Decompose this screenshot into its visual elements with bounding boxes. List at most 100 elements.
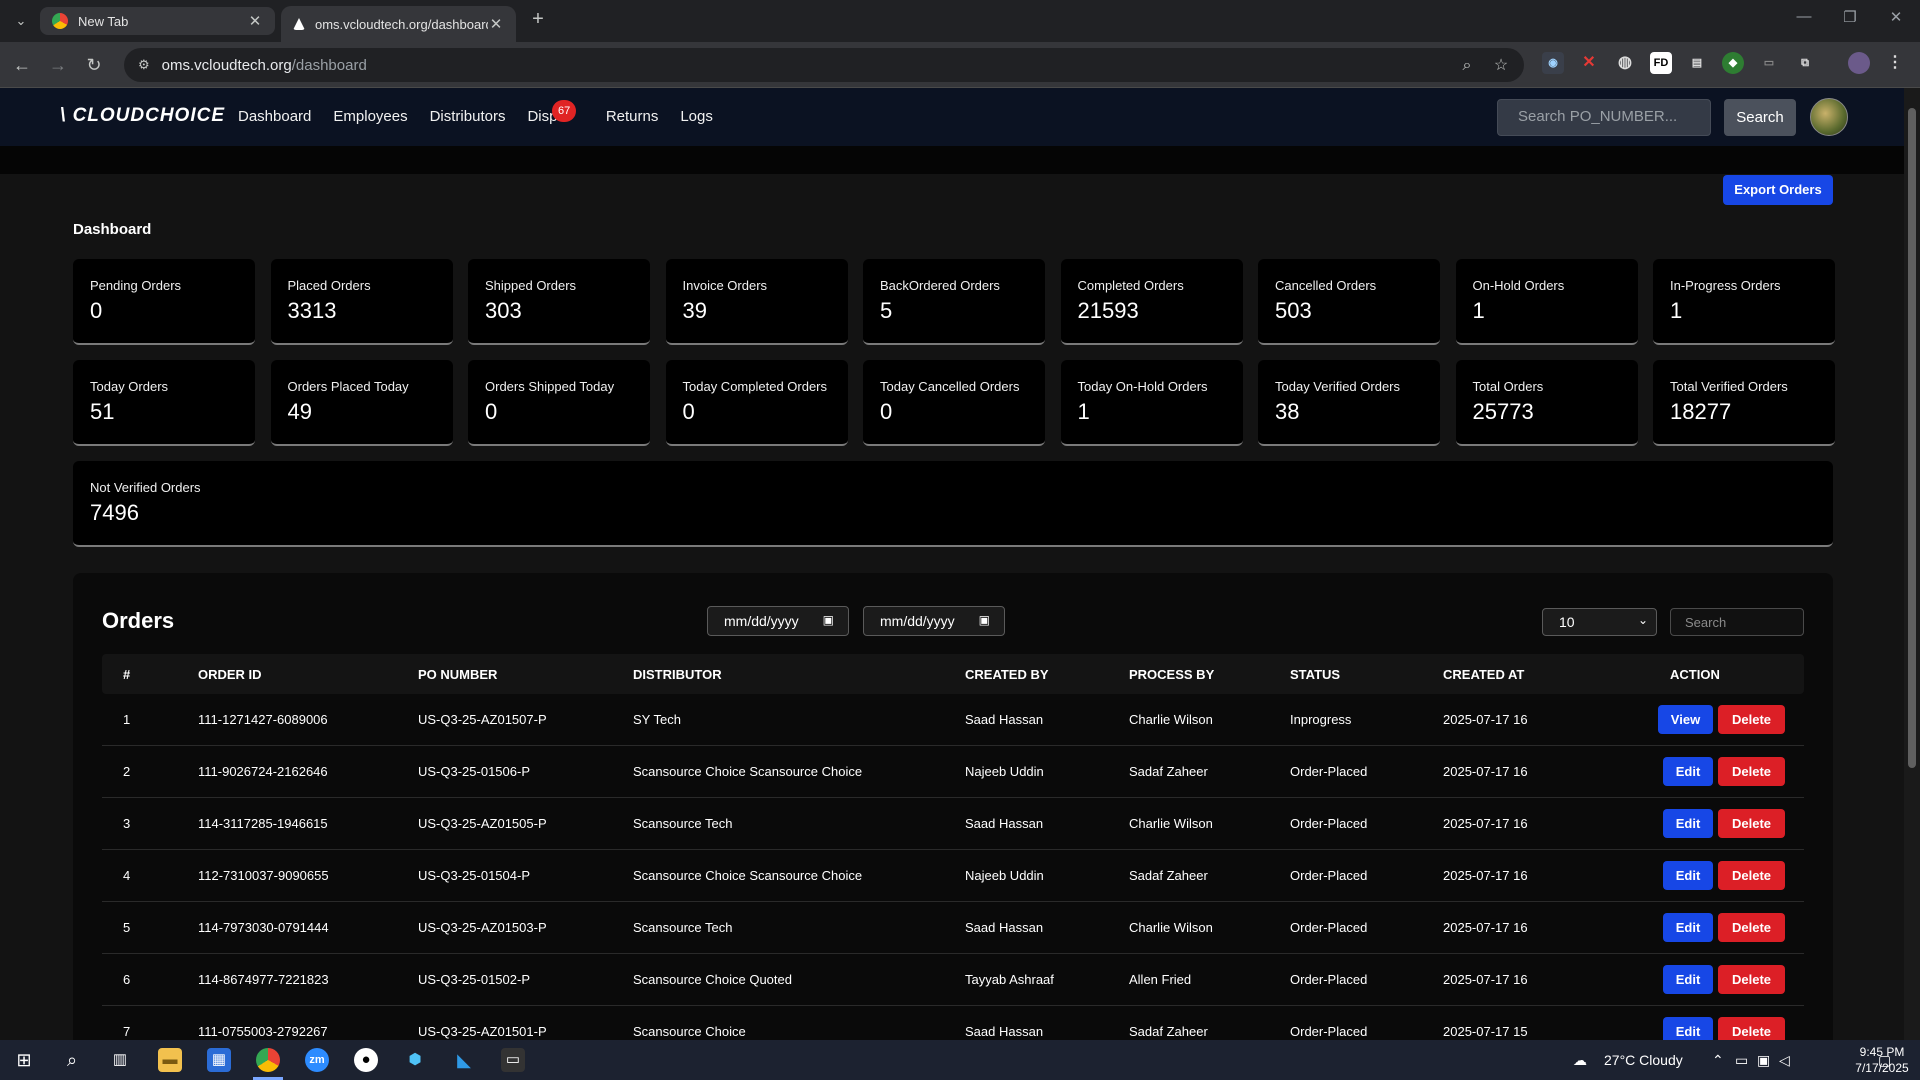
po-number-search-input[interactable]: Search PO_NUMBER... — [1497, 99, 1711, 136]
column-header-created-at[interactable]: CREATED AT — [1443, 667, 1524, 682]
column-header-action: ACTION — [1670, 667, 1720, 682]
stat-card: Invoice Orders 39 — [665, 259, 848, 345]
orders-table-header: # ORDER ID PO NUMBER DISTRIBUTOR CREATED… — [102, 654, 1804, 694]
user-avatar[interactable] — [1810, 98, 1848, 136]
reload-icon[interactable]: ↻ — [82, 53, 106, 77]
windows-start-icon[interactable]: ⊞ — [12, 1048, 36, 1072]
minimize-window-icon[interactable]: — — [1784, 8, 1824, 25]
delete-button[interactable]: Delete — [1718, 965, 1785, 994]
stat-card: Today Completed Orders 0 — [665, 360, 848, 446]
extension-card-icon[interactable]: ▤ — [1686, 52, 1708, 74]
disputes-count-badge[interactable]: 67 — [552, 100, 577, 122]
zoom-app-icon[interactable]: zm — [305, 1048, 329, 1072]
stat-card: On-Hold Orders 1 — [1455, 259, 1638, 345]
stat-value: 0 — [485, 399, 498, 424]
po-search-button[interactable]: Search — [1724, 99, 1796, 136]
stat-card: Total Verified Orders 18277 — [1653, 360, 1835, 446]
chevron-down-icon: ⌄ — [1637, 613, 1648, 627]
delete-button[interactable]: Delete — [1718, 809, 1785, 838]
column-header-po-number[interactable]: PO NUMBER — [418, 667, 497, 682]
vscode-icon[interactable]: ◣ — [452, 1048, 476, 1072]
address-bar[interactable]: ⚙ oms.vcloudtech.org/dashboard ⌕ ☆ — [124, 48, 1524, 82]
export-orders-button[interactable]: Export Orders — [1723, 175, 1833, 205]
extension-glasses-icon[interactable]: ◉ — [1542, 52, 1564, 74]
tray-chevron-up-icon[interactable]: ⌃ — [1712, 1052, 1724, 1069]
extension-fd-icon[interactable]: FD — [1650, 52, 1672, 74]
column-header-status[interactable]: STATUS — [1290, 667, 1340, 682]
column-header-order-id[interactable]: ORDER ID — [198, 667, 262, 682]
page-size-select[interactable]: 10 ⌄ — [1542, 608, 1657, 636]
new-tab-plus-icon[interactable]: + — [525, 8, 551, 31]
extension-fd-label: FD — [1653, 57, 1669, 69]
edit-button[interactable]: Edit — [1663, 809, 1713, 838]
extensions-puzzle-icon[interactable]: ⧉ — [1794, 52, 1816, 74]
close-window-icon[interactable]: ✕ — [1876, 8, 1916, 26]
calendar-icon[interactable]: ▣ — [979, 613, 990, 627]
table-search-input[interactable]: Search — [1670, 608, 1804, 636]
close-tab-icon[interactable]: ✕ — [488, 15, 504, 33]
forward-arrow-icon[interactable]: → — [46, 53, 70, 77]
edit-button[interactable]: Edit — [1663, 1017, 1713, 1040]
delete-button[interactable]: Delete — [1718, 705, 1785, 734]
edit-button[interactable]: Edit — [1663, 965, 1713, 994]
browser-tab-new-tab[interactable]: New Tab ✕ — [40, 7, 275, 35]
zoom-magnifier-icon[interactable]: ⌕ — [1456, 55, 1478, 77]
process-by-cell: Allen Fried — [1129, 972, 1192, 987]
edit-button[interactable]: Edit — [1663, 757, 1713, 786]
back-arrow-icon[interactable]: ← — [10, 53, 34, 77]
notifications-icon[interactable]: ▢ — [1878, 1052, 1891, 1069]
delete-button[interactable]: Delete — [1718, 861, 1785, 890]
order-id-cell: 111-1271427-6089006 — [198, 712, 328, 727]
terminal-icon[interactable]: ▭ — [501, 1048, 525, 1072]
profile-avatar-icon[interactable] — [1848, 52, 1870, 74]
extension-shield-icon[interactable]: ◆ — [1722, 52, 1744, 74]
nav-link-logs[interactable]: Logs — [680, 108, 713, 125]
tab-search-chevron-icon[interactable]: ⌄ — [8, 9, 34, 33]
date-to-input[interactable]: mm/dd/yyyy ▣ — [863, 606, 1005, 636]
scrollbar-thumb[interactable] — [1908, 108, 1916, 768]
site-info-icon[interactable]: ⚙ — [138, 57, 150, 73]
search-icon[interactable]: ⌕ — [60, 1048, 84, 1072]
nav-link-dashboard[interactable]: Dashboard — [238, 108, 311, 125]
bookmark-star-icon[interactable]: ☆ — [1490, 55, 1512, 77]
status-cell: Order-Placed — [1290, 764, 1368, 779]
weather-text[interactable]: 27°C Cloudy — [1604, 1052, 1683, 1068]
browser-tab-dashboard[interactable]: oms.vcloudtech.org/dashboard ✕ — [281, 6, 516, 42]
task-view-icon[interactable]: ▥ — [108, 1048, 132, 1072]
brand-logo[interactable]: \ CLOUDCHOICE — [60, 105, 225, 127]
order-id-cell: 114-3117285-1946615 — [198, 816, 328, 831]
process-by-cell: Charlie Wilson — [1129, 816, 1213, 831]
network-icon[interactable]: ▣ — [1757, 1052, 1770, 1069]
nav-link-employees[interactable]: Employees — [333, 108, 407, 125]
chrome-taskbar-icon[interactable] — [256, 1048, 280, 1072]
extension-window-icon[interactable]: ▭ — [1758, 52, 1780, 74]
volume-icon[interactable]: ◁ — [1779, 1052, 1790, 1069]
microsoft-store-icon[interactable]: ▦ — [207, 1048, 231, 1072]
extension-x-icon[interactable]: ✕ — [1578, 52, 1600, 74]
view-button[interactable]: View — [1658, 705, 1713, 734]
nav-link-returns[interactable]: Returns — [606, 108, 659, 125]
battery-icon[interactable]: ▭ — [1735, 1052, 1748, 1069]
edit-button[interactable]: Edit — [1663, 913, 1713, 942]
nav-link-distributors[interactable]: Distributors — [430, 108, 506, 125]
app-drop-icon[interactable]: ● — [354, 1048, 378, 1072]
delete-button[interactable]: Delete — [1718, 913, 1785, 942]
site-favicon-icon — [293, 18, 305, 30]
column-header-created-by[interactable]: CREATED BY — [965, 667, 1049, 682]
browser-menu-kebab-icon[interactable]: ⋮ — [1884, 52, 1906, 74]
delete-button[interactable]: Delete — [1718, 1017, 1785, 1040]
column-header-process-by[interactable]: PROCESS BY — [1129, 667, 1214, 682]
column-header-distributor[interactable]: DISTRIBUTOR — [633, 667, 722, 682]
app-hexagon-icon[interactable]: ⬢ — [403, 1048, 427, 1072]
weather-cloud-icon[interactable]: ☁ — [1573, 1052, 1587, 1069]
page-scrollbar[interactable] — [1904, 88, 1920, 1040]
calendar-icon[interactable]: ▣ — [823, 613, 834, 627]
edit-button[interactable]: Edit — [1663, 861, 1713, 890]
delete-button[interactable]: Delete — [1718, 757, 1785, 786]
restore-window-icon[interactable]: ❐ — [1830, 8, 1870, 26]
date-from-input[interactable]: mm/dd/yyyy ▣ — [707, 606, 849, 636]
stat-card: Completed Orders 21593 — [1060, 259, 1243, 345]
extension-globe-icon[interactable]: ◍ — [1614, 52, 1636, 74]
file-explorer-icon[interactable]: ▬ — [158, 1048, 182, 1072]
close-tab-icon[interactable]: ✕ — [247, 12, 263, 30]
